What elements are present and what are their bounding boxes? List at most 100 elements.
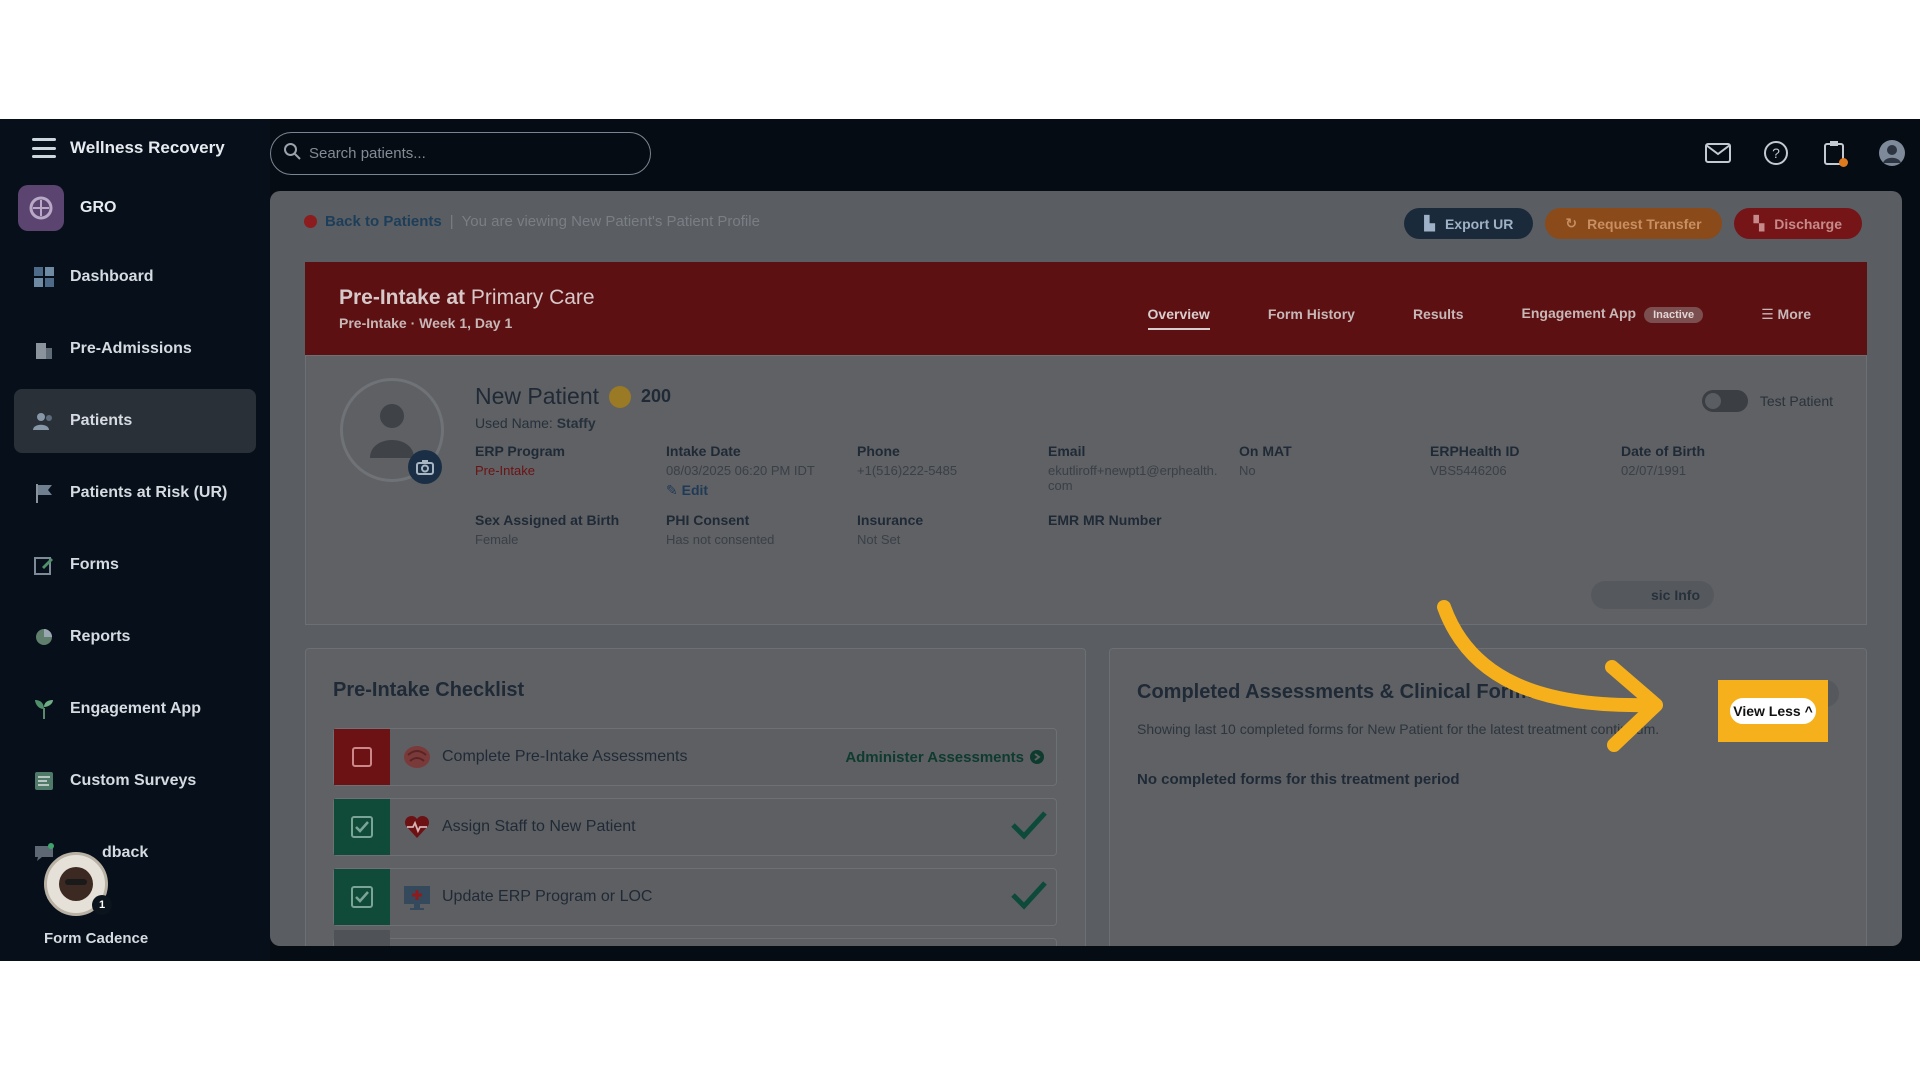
mail-icon[interactable] — [1700, 135, 1736, 171]
checkbox-checked[interactable] — [334, 869, 390, 925]
checkbox-checked[interactable] — [334, 799, 390, 855]
assessments-empty-state: No completed forms for this treatment pe… — [1137, 771, 1460, 788]
field-erphealth-id: ERPHealth ID VBS5446206 — [1430, 443, 1610, 478]
pie-chart-icon — [32, 625, 56, 649]
field-label: Intake Date — [666, 443, 741, 459]
back-label: Back to Patients — [325, 213, 442, 230]
field-label: ERP Program — [475, 443, 565, 459]
field-emr-mr-number: EMR MR Number — [1048, 512, 1228, 532]
field-erp-program: ERP Program Pre-Intake — [475, 443, 655, 478]
inactive-badge: Inactive — [1644, 307, 1704, 323]
form-cadence-label[interactable]: Form Cadence — [44, 930, 148, 947]
top-icons: ? — [1700, 135, 1910, 171]
field-label: Insurance — [857, 512, 924, 528]
checklist-title: Pre-Intake Checklist — [333, 679, 525, 701]
patient-name: New Patient — [475, 383, 600, 409]
field-value: Female — [475, 532, 519, 547]
org-logo-icon — [18, 185, 64, 231]
org-switcher[interactable]: GRO — [18, 185, 116, 231]
edit-intake-date-button[interactable]: ✎ Edit — [666, 482, 846, 499]
sidebar-item-dashboard[interactable]: Dashboard — [14, 245, 256, 309]
sidebar-item-pre-admissions[interactable]: Pre-Admissions — [14, 317, 256, 381]
toggle-switch[interactable] — [1701, 390, 1748, 412]
discharge-button[interactable]: ▚ Discharge — [1733, 208, 1862, 239]
field-label: Sex Assigned at Birth — [475, 512, 620, 528]
tab-overview[interactable]: Overview — [1147, 306, 1210, 330]
back-to-patients-link[interactable]: Back to Patients — [304, 213, 442, 230]
patient-name-row: New Patient 200 — [475, 383, 671, 410]
test-patient-label: Test Patient — [1759, 393, 1833, 409]
patient-points: 200 — [641, 386, 672, 406]
field-phone: Phone +1(516)222-5485 — [857, 443, 1037, 478]
sidebar-item-custom-surveys[interactable]: Custom Surveys — [14, 749, 256, 813]
tab-engagement-label: Engagement App — [1521, 305, 1637, 321]
checklist-item[interactable]: Update ERP Program or LOC — [333, 868, 1057, 926]
checkbox[interactable] — [334, 930, 390, 946]
more-label: More — [1777, 305, 1811, 322]
profile-actions: ▙ Export UR ↻ Request Transfer ▚ Discharge — [1404, 208, 1862, 239]
more-menu[interactable]: ☰ More — [1761, 306, 1811, 323]
sidebar-item-label: Patients — [70, 412, 133, 429]
field-value: Has not consented — [666, 532, 775, 547]
transfer-label: Request Transfer — [1587, 215, 1702, 232]
back-arrow-icon — [304, 215, 317, 228]
search-input[interactable] — [309, 145, 629, 162]
checkmark-icon — [1010, 880, 1048, 915]
field-value: 08/03/2025 06:20 PM IDT — [666, 463, 815, 478]
checklist-item[interactable]: Assign Staff to New Patient — [333, 798, 1057, 856]
profile-avatar-icon[interactable] — [1874, 135, 1910, 171]
checklist-item[interactable]: Complete Pre-Intake Assessments Administ… — [333, 728, 1057, 786]
field-intake-date: Intake Date 08/03/2025 06:20 PM IDT ✎ Ed… — [666, 443, 846, 499]
coin-icon — [609, 385, 632, 408]
field-label: Phone — [857, 443, 900, 459]
edit-icon: ✎ — [666, 482, 678, 498]
tab-results[interactable]: Results — [1413, 306, 1464, 322]
view-less-button[interactable]: View Less ^ — [1728, 696, 1818, 726]
discharge-label: Discharge — [1774, 215, 1842, 232]
sidebar-item-reports[interactable]: Reports — [14, 605, 256, 669]
used-name-label: Used Name: — [475, 415, 553, 431]
export-label: Export UR — [1444, 215, 1514, 232]
door-icon: ▚ — [1753, 215, 1765, 231]
field-value: VBS5446206 — [1430, 463, 1507, 478]
banner-title-bold: Pre-Intake at — [339, 286, 466, 309]
pre-intake-checklist: Pre-Intake Checklist Complete Pre-Intake… — [305, 648, 1086, 946]
field-label: PHI Consent — [666, 512, 750, 528]
test-patient-toggle[interactable]: Test Patient — [1701, 390, 1833, 412]
sidebar-item-patients[interactable]: Patients — [14, 389, 256, 453]
field-label: EMR MR Number — [1048, 512, 1162, 528]
hamburger-menu-icon[interactable] — [32, 138, 56, 158]
field-value: Pre-Intake — [475, 463, 535, 478]
sidebar-item-label: Custom Surveys — [70, 772, 197, 789]
menu-icon: ☰ — [1761, 305, 1774, 322]
user-count-badge: 1 — [92, 895, 112, 915]
field-value: +1(516)222-5485 — [857, 463, 958, 478]
checklist-item-label: Complete Pre-Intake Assessments — [442, 748, 688, 765]
sidebar-item-forms[interactable]: Forms — [14, 533, 256, 597]
banner-subtitle: Pre-Intake · Week 1, Day 1 — [339, 315, 513, 331]
checkmark-icon — [1010, 810, 1048, 845]
breadcrumb-text: You are viewing New Patient's Patient Pr… — [461, 213, 760, 230]
tab-engagement-app[interactable]: Engagement App Inactive — [1522, 305, 1704, 323]
sidebar-item-patients-at-risk[interactable]: Patients at Risk (UR) — [14, 461, 256, 525]
tab-form-history[interactable]: Form History — [1268, 306, 1355, 322]
camera-icon[interactable] — [408, 450, 442, 484]
clipboard-icon[interactable] — [1816, 135, 1852, 171]
program-banner: Pre-Intake at Primary Care Pre-Intake · … — [305, 262, 1867, 355]
tutorial-arrow-icon — [1437, 600, 1663, 752]
field-value: 02/07/1991 — [1621, 463, 1687, 478]
search-bar[interactable] — [270, 132, 651, 175]
banner-title: Pre-Intake at Primary Care — [339, 286, 595, 310]
sprout-icon — [32, 697, 56, 721]
sidebar-item-engagement-app[interactable]: Engagement App — [14, 677, 256, 741]
edit-label: Edit — [681, 482, 709, 498]
profile-tabs: Overview Form History Results Engagement… — [1147, 298, 1811, 330]
brain-icon — [400, 740, 434, 774]
field-email: Email ekutliroff+newpt1@erphealth.com — [1048, 443, 1223, 493]
checklist-item[interactable] — [333, 930, 1057, 946]
administer-assessments-link[interactable]: Administer Assessments — [845, 749, 1044, 766]
export-ur-button[interactable]: ▙ Export UR — [1404, 208, 1534, 239]
request-transfer-button[interactable]: ↻ Request Transfer — [1545, 208, 1722, 239]
help-icon[interactable]: ? — [1758, 135, 1794, 171]
checkbox-unchecked[interactable] — [334, 729, 390, 785]
